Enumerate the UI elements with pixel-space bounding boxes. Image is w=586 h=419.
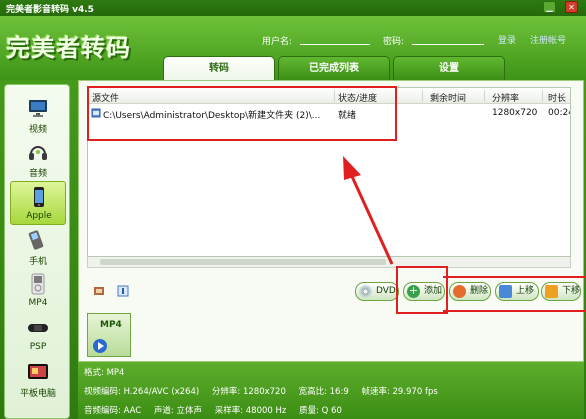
annotation-arrow <box>343 156 394 265</box>
app-window: 完美者影音转码 v4.5 ▁ ✕ 完美者转码 用户名: 密码: 登录 注册帐号 … <box>0 0 586 419</box>
